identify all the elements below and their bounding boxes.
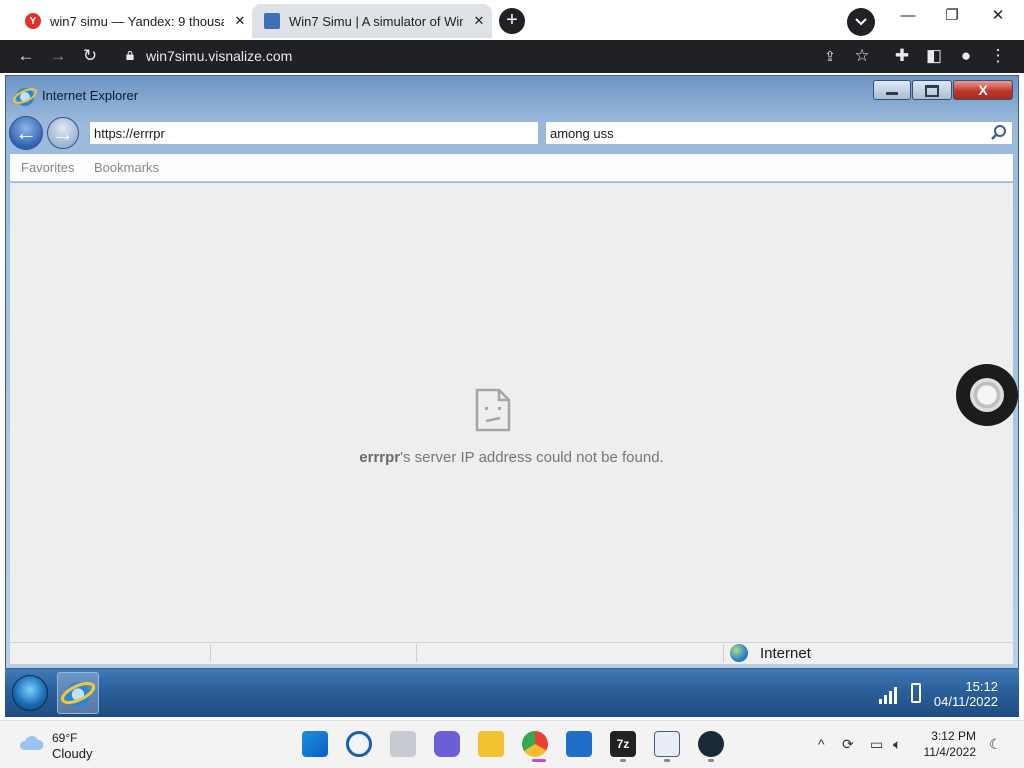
chrome-icon[interactable] [522, 731, 548, 757]
ie-forward-button[interactable]: → [47, 117, 79, 149]
ie-search-box[interactable] [545, 121, 1013, 145]
omnibox[interactable] [114, 1, 882, 31]
reload-icon[interactable]: ↻ [79, 45, 101, 67]
ie-address-input[interactable] [90, 122, 538, 144]
status-divider [723, 644, 724, 662]
win7-clock-time[interactable]: 15:12 [934, 679, 998, 694]
bookmark-star-icon[interactable]: ☆ [851, 45, 873, 67]
focus-assist-icon[interactable]: ☾ [989, 736, 1002, 753]
error-text: 's server IP address could not be found. [400, 449, 664, 466]
sync-icon[interactable]: ⟳ [842, 736, 854, 753]
share-icon[interactable]: ⇪ [819, 45, 841, 67]
win7-start-orb-icon[interactable] [12, 675, 48, 711]
ie-content-area [10, 183, 1013, 642]
search-icon[interactable] [990, 124, 1008, 142]
error-message: errrpr's server IP address could not be … [10, 449, 1013, 466]
notepad-icon[interactable] [654, 731, 680, 757]
running-app-indicator [620, 759, 626, 762]
7zip-icon[interactable]: 7z [610, 731, 636, 757]
restore-button[interactable]: ❐ [937, 5, 967, 27]
chat-icon[interactable] [434, 731, 460, 757]
battery-icon[interactable] [911, 683, 921, 703]
bookmarks-link[interactable]: Bookmarks [94, 160, 159, 175]
menu-dots-icon[interactable]: ⋮ [987, 45, 1009, 67]
ie-search-input[interactable] [546, 122, 1012, 144]
ie-minimize-button[interactable] [873, 80, 911, 100]
status-divider [210, 644, 211, 662]
steam-icon[interactable] [698, 731, 724, 757]
internet-explorer-logo-icon [12, 88, 38, 106]
favorites-link[interactable]: Favorites [21, 160, 74, 175]
extensions-icon[interactable]: ✚ [891, 45, 913, 67]
tray-overflow-icon[interactable]: ^ [818, 736, 825, 752]
running-app-indicator [664, 759, 670, 762]
ie-close-button[interactable]: X [953, 80, 1013, 100]
forward-arrow-icon[interactable]: → [47, 45, 69, 67]
status-divider [416, 644, 417, 662]
error-host: errrpr [359, 449, 401, 466]
close-button[interactable]: ✕ [983, 5, 1013, 27]
side-panel-icon[interactable]: ◧ [923, 45, 945, 67]
file-explorer-icon[interactable] [478, 731, 504, 757]
ie-favorites-bar [10, 154, 1013, 182]
search-icon[interactable] [346, 731, 372, 757]
floating-assistive-button[interactable] [956, 364, 1018, 426]
taskbar-ie-button[interactable] [57, 672, 99, 714]
internet-explorer-icon [60, 681, 96, 707]
active-app-indicator [532, 759, 546, 762]
weather-condition[interactable]: Cloudy [52, 746, 92, 761]
start-windows-icon[interactable] [302, 731, 328, 757]
profile-icon[interactable]: ● [955, 45, 977, 67]
signal-strength-icon[interactable] [879, 684, 901, 704]
system-clock-time[interactable]: 3:12 PM [918, 729, 976, 743]
ie-address-bar[interactable] [89, 121, 539, 145]
yandex-favicon-icon: Y [25, 13, 41, 29]
task-view-icon[interactable] [390, 731, 416, 757]
globe-icon [730, 644, 748, 662]
broken-page-icon [475, 388, 511, 432]
app-store-icon[interactable] [566, 731, 592, 757]
ie-back-button[interactable]: ← [9, 116, 43, 150]
lock-icon [126, 51, 134, 60]
system-clock-date[interactable]: 11/4/2022 [918, 745, 977, 759]
volume-icon[interactable]: 🔈︎ [893, 736, 901, 753]
cloud-icon[interactable] [18, 733, 44, 751]
running-app-indicator [708, 759, 714, 762]
minimize-button[interactable]: — [893, 5, 923, 27]
ie-window-title: Internet Explorer [42, 88, 139, 103]
back-arrow-icon[interactable]: ← [15, 45, 37, 67]
win7-clock-date[interactable]: 04/11/2022 [932, 694, 998, 709]
win7-taskbar [5, 669, 1019, 717]
ie-maximize-button[interactable] [912, 80, 952, 100]
security-zone-label: Internet [760, 645, 811, 662]
ie-status-bar [10, 642, 1013, 664]
url-text[interactable]: win7simu.visnalize.com [146, 48, 292, 64]
weather-temperature[interactable]: 69°F [52, 731, 77, 745]
network-icon[interactable]: ▭ [870, 736, 883, 753]
